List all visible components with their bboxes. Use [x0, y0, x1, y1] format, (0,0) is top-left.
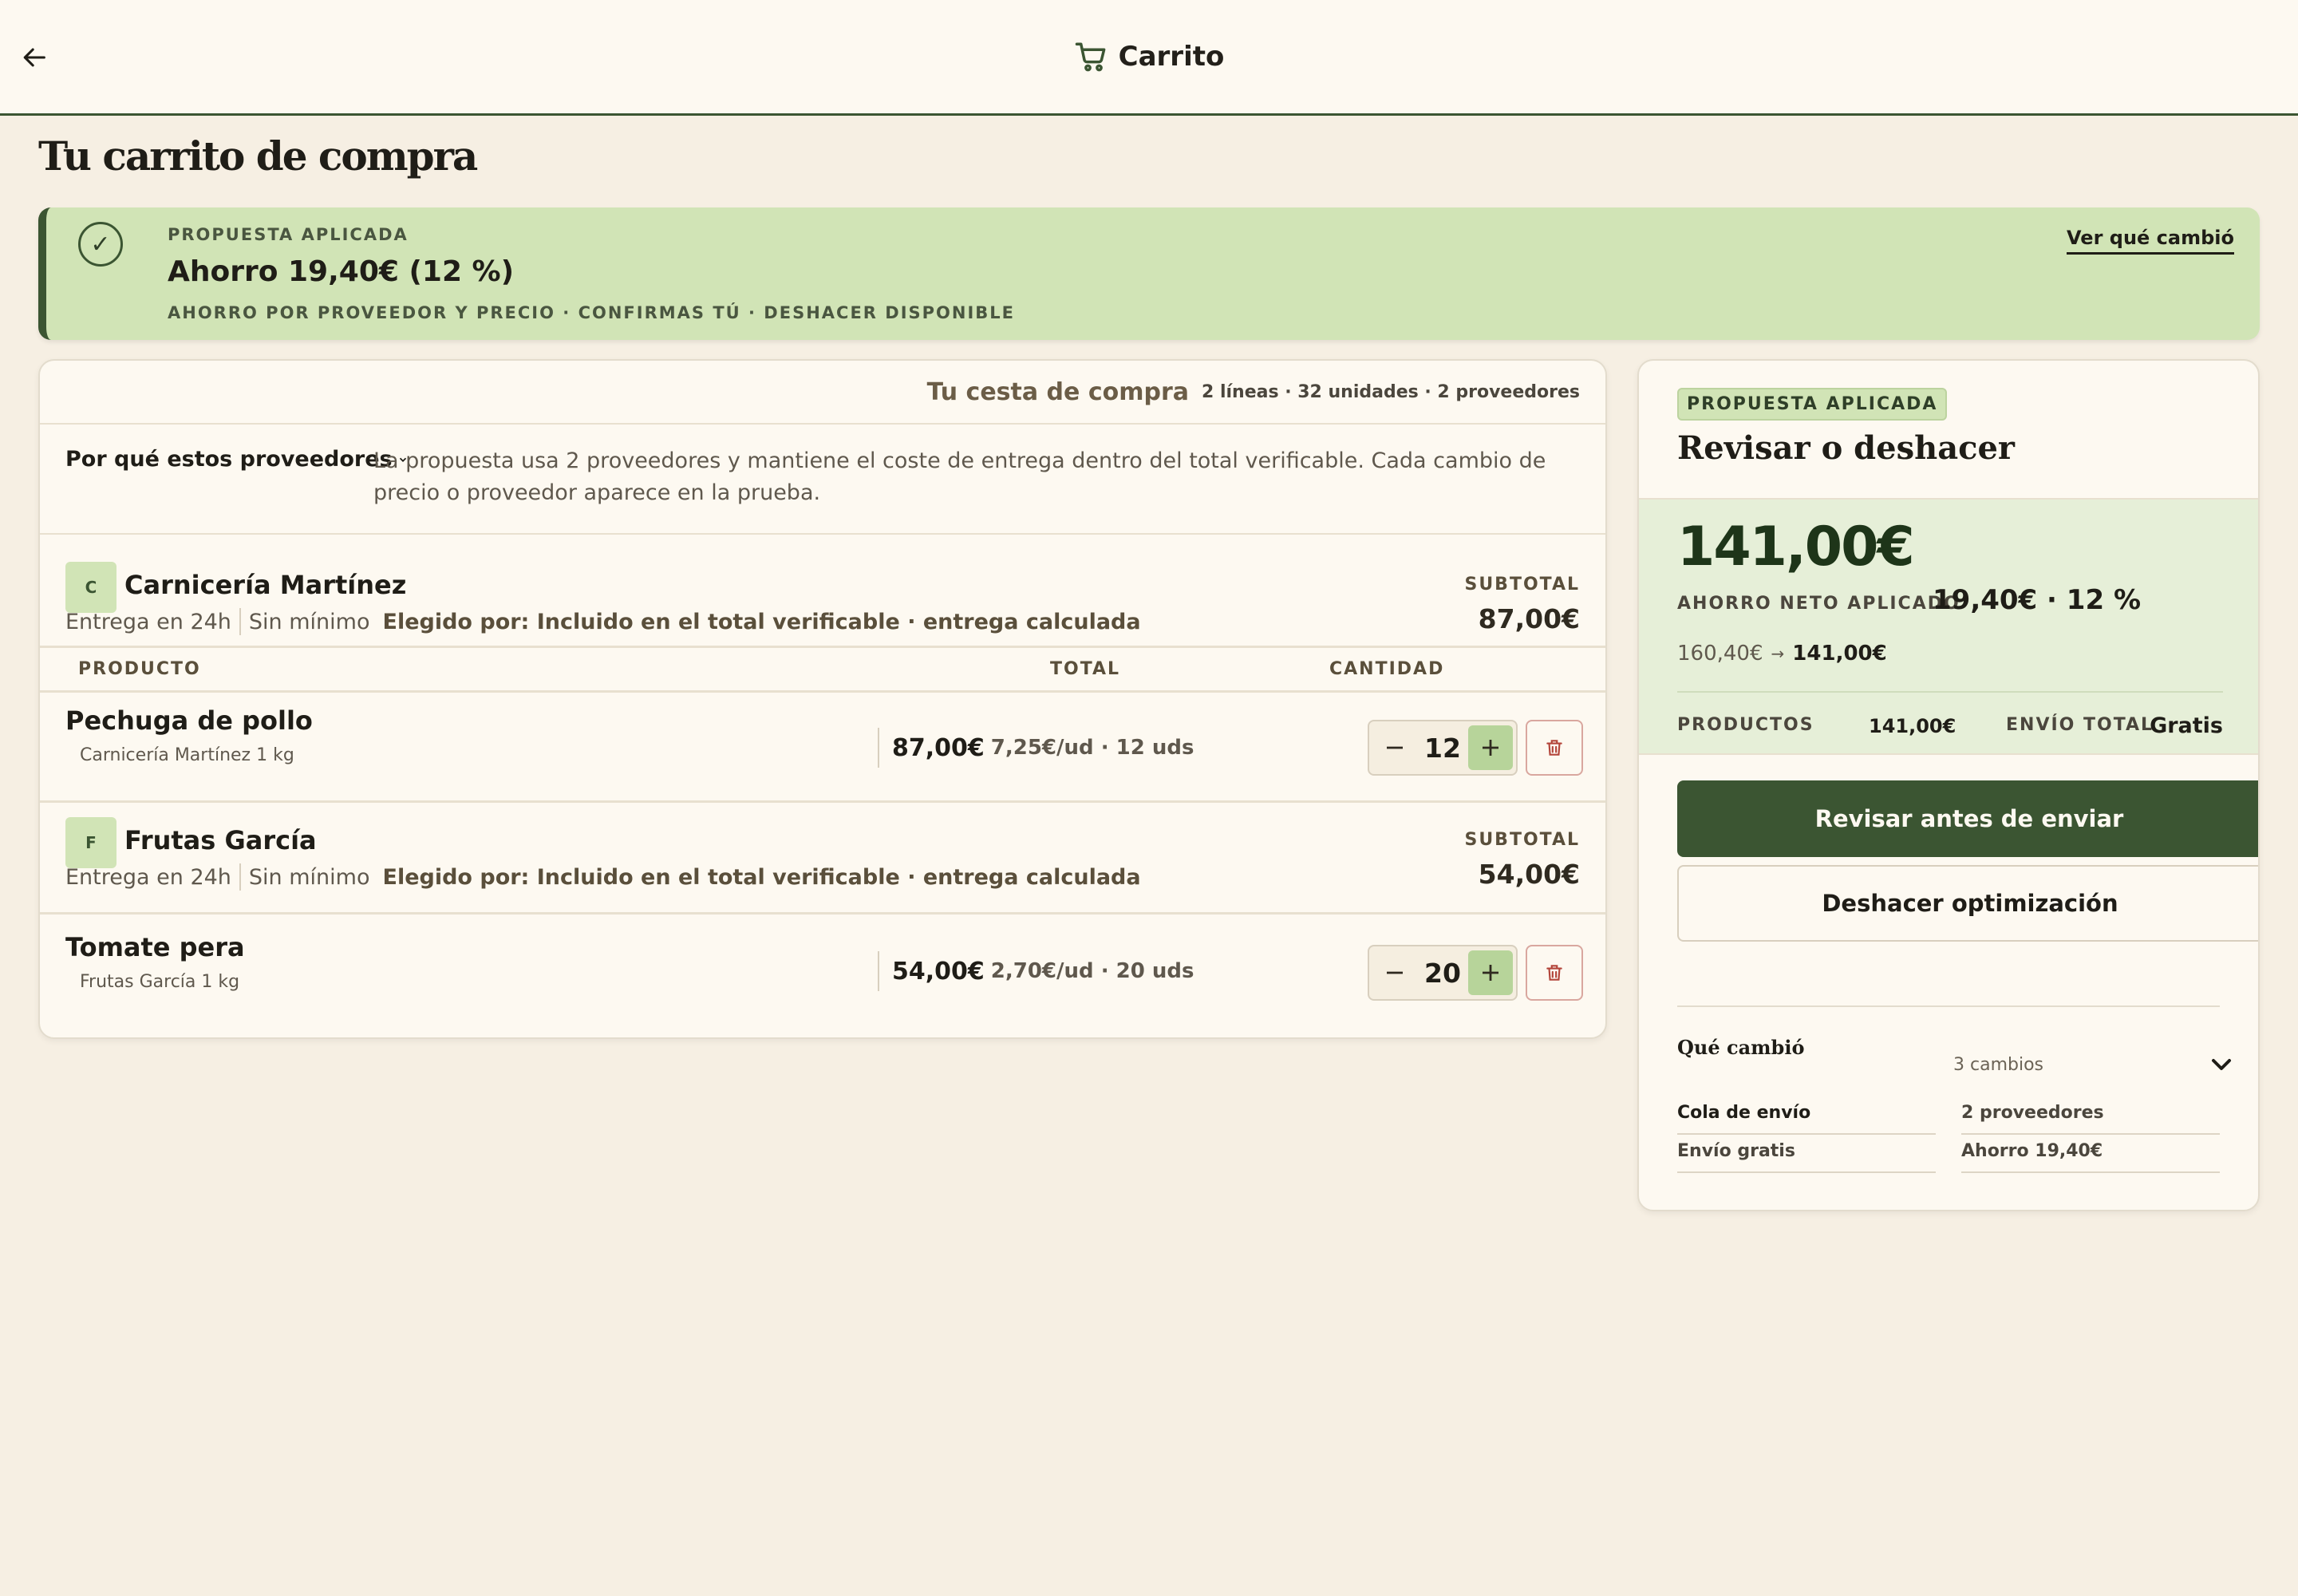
table-header: PRODUCTO TOTAL CANTIDAD — [40, 648, 1605, 693]
net-savings-label: AHORRO NETO APLICADO — [1677, 594, 1960, 614]
review-panel: PROPUESTA APLICADA Revisar o deshacer 14… — [1637, 359, 2260, 1211]
shipping-value: Gratis — [2150, 713, 2223, 738]
supplier-name: Carnicería Martínez — [124, 570, 407, 600]
product-supplier: Carnicería Martínez 1 kg — [80, 745, 294, 765]
cart-title: Tu cesta de compra — [926, 377, 1189, 406]
supplier-name: Frutas García — [124, 825, 317, 855]
summary-row: PRODUCTOS 141,00€ ENVÍO TOTAL Gratis — [1677, 691, 2223, 757]
banner-eyebrow: PROPUESTA APLICADA — [168, 225, 409, 244]
supplier-group-carniceria: C Carnicería Martínez Entrega en 24h Sin… — [40, 535, 1605, 648]
shipping-label: ENVÍO TOTAL — [2006, 715, 2154, 735]
supplier-group-frutas: F Frutas García Entrega en 24h Sin mínim… — [40, 803, 1605, 915]
product-row-pechuga: Pechuga de pollo Carnicería Martínez 1 k… — [40, 693, 1605, 803]
column-product: PRODUCTO — [78, 659, 201, 679]
change-item: Envío gratis — [1677, 1135, 1936, 1173]
divider — [1677, 1005, 2220, 1007]
quantity-value[interactable]: 20 — [1424, 958, 1461, 989]
banner-title: Ahorro 19,40€ (12 %) — [168, 255, 515, 288]
top-bar: Carrito — [0, 0, 2298, 116]
header-title: Carrito — [1118, 41, 1225, 73]
supplier-avatar: F — [65, 817, 116, 868]
decrease-button[interactable] — [1372, 950, 1417, 995]
product-total: 87,00€ 7,25€/ud · 12 uds — [878, 728, 1194, 768]
product-name: Tomate pera — [65, 932, 245, 962]
changes-count: 3 cambios — [1953, 1055, 2043, 1075]
cart-card: Tu cesta de compra 2 líneas · 32 unidade… — [38, 359, 1607, 1039]
price-change: 160,40€ → 141,00€ — [1677, 642, 1887, 666]
changes-title: Qué cambió — [1677, 1036, 1805, 1059]
proposal-banner: ✓ PROPUESTA APLICADA Ahorro 19,40€ (12 %… — [38, 207, 2260, 340]
supplier-chosen-reason: Elegido por: Incluido en el total verifi… — [382, 609, 1141, 634]
minus-icon — [1387, 746, 1403, 749]
cart-header: Tu cesta de compra 2 líneas · 32 unidade… — [40, 361, 1605, 425]
decrease-button[interactable] — [1372, 725, 1417, 770]
see-changes-link[interactable]: Ver qué cambió — [2067, 227, 2234, 255]
quantity-stepper: 12 — [1368, 720, 1518, 776]
remove-button[interactable] — [1526, 720, 1583, 776]
savings-summary: 141,00€ AHORRO NETO APLICADO 19,40€ · 12… — [1639, 498, 2258, 757]
supplier-chosen-reason: Elegido por: Incluido en el total verifi… — [382, 864, 1141, 890]
trash-icon — [1546, 965, 1562, 981]
divider — [239, 608, 241, 635]
subtotal-label: SUBTOTAL — [1464, 575, 1580, 595]
increase-button[interactable] — [1468, 725, 1513, 770]
net-savings-value: 19,40€ · 12 % — [1933, 584, 2142, 616]
chevron-down-icon[interactable] — [2205, 1049, 2237, 1080]
why-suppliers-text: La propuesta usa 2 proveedores y mantien… — [373, 448, 1546, 505]
product-row-tomate: Tomate pera Frutas García 1 kg 54,00€ 2,… — [40, 915, 1605, 1037]
product-unit-price: 2,70€/ud · 20 uds — [990, 959, 1194, 983]
quantity-value[interactable]: 12 — [1424, 733, 1461, 764]
trash-icon — [1546, 740, 1562, 756]
panel-title: Revisar o deshacer — [1677, 429, 2015, 467]
order-total: 141,00€ — [1677, 516, 1915, 579]
why-suppliers-toggle[interactable]: Por qué estos proveedores — [65, 447, 409, 472]
supplier-info: Entrega en 24h Sin mínimo Elegido por: I… — [65, 863, 1141, 891]
check-circle-icon: ✓ — [78, 222, 123, 267]
supplier-delivery: Entrega en 24h — [65, 864, 231, 890]
minus-icon — [1387, 971, 1403, 974]
change-item: 2 proveedores — [1961, 1096, 2220, 1135]
header-title-group: Carrito — [0, 40, 2298, 73]
review-before-send-button[interactable]: Revisar antes de enviar — [1677, 780, 2258, 857]
products-label: PRODUCTOS — [1677, 715, 1814, 735]
new-price: 141,00€ — [1792, 642, 1887, 666]
supplier-minimum: Sin mínimo — [248, 609, 370, 634]
product-total: 54,00€ 2,70€/ud · 20 uds — [878, 951, 1194, 991]
supplier-avatar: C — [65, 562, 116, 613]
product-unit-price: 7,25€/ud · 12 uds — [990, 736, 1194, 760]
column-total: TOTAL — [1050, 659, 1121, 679]
product-supplier: Frutas García 1 kg — [80, 972, 240, 992]
plus-icon — [1483, 965, 1498, 981]
subtotal-value: 87,00€ — [1478, 603, 1580, 634]
undo-optimization-button[interactable]: Deshacer optimización — [1677, 865, 2258, 942]
old-price: 160,40€ — [1677, 642, 1763, 666]
cart-meta: 2 líneas · 32 unidades · 2 proveedores — [1201, 381, 1580, 402]
divider — [239, 863, 241, 891]
supplier-delivery: Entrega en 24h — [65, 609, 231, 634]
subtotal-value: 54,00€ — [1478, 859, 1580, 890]
change-item: Cola de envío — [1677, 1096, 1936, 1135]
banner-subtitle: AHORRO POR PROVEEDOR Y PRECIO · CONFIRMA… — [168, 303, 1015, 322]
column-quantity: CANTIDAD — [1329, 659, 1445, 679]
plus-icon — [1483, 740, 1498, 756]
why-suppliers-label: Por qué estos proveedores — [65, 447, 393, 472]
supplier-minimum: Sin mínimo — [248, 864, 370, 890]
product-total-amount: 87,00€ — [892, 733, 985, 762]
page-title: Tu carrito de compra — [38, 132, 478, 180]
status-badge: PROPUESTA APLICADA — [1677, 388, 1948, 421]
increase-button[interactable] — [1468, 950, 1513, 995]
products-value: 141,00€ — [1869, 715, 1956, 737]
product-name: Pechuga de pollo — [65, 705, 313, 736]
product-total-amount: 54,00€ — [892, 957, 985, 986]
subtotal-label: SUBTOTAL — [1464, 830, 1580, 850]
supplier-info: Entrega en 24h Sin mínimo Elegido por: I… — [65, 608, 1141, 635]
cart-icon — [1075, 42, 1106, 72]
remove-button[interactable] — [1526, 945, 1583, 1001]
arrow-right-icon: → — [1771, 644, 1785, 663]
quantity-stepper: 20 — [1368, 945, 1518, 1001]
why-suppliers-section: Por qué estos proveedores La propuesta u… — [40, 425, 1605, 535]
change-item: Ahorro 19,40€ — [1961, 1135, 2220, 1173]
